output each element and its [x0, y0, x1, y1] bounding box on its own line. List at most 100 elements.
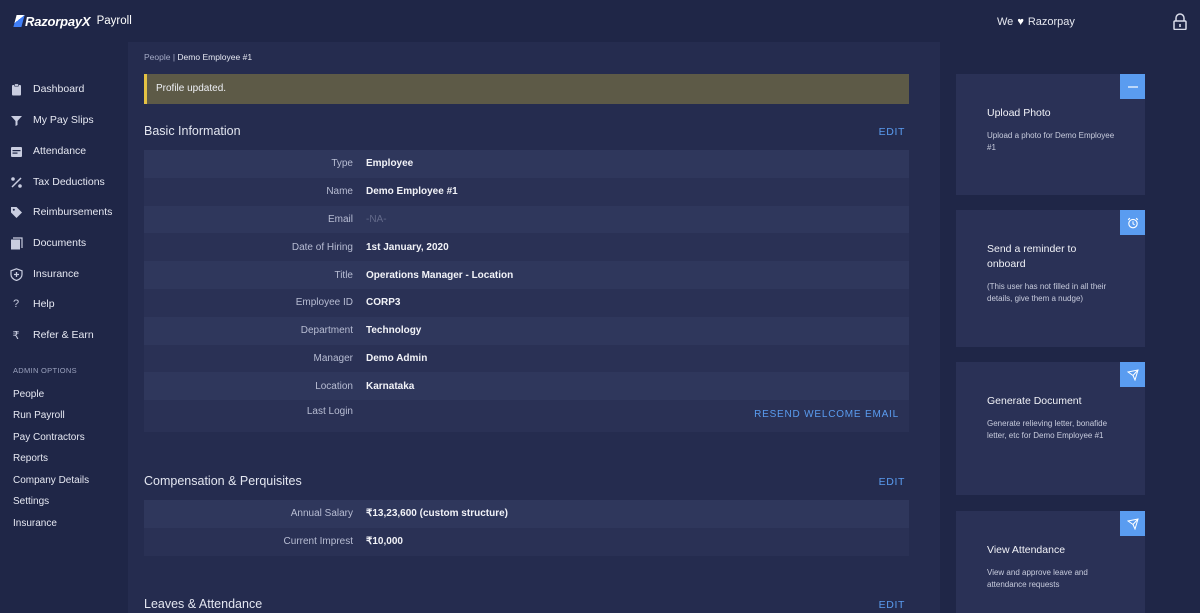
sidebar-item-label: Insurance — [33, 268, 80, 280]
lock-icon[interactable] — [1172, 13, 1188, 30]
sidebar-item-attendance[interactable]: Attendance — [9, 141, 86, 161]
sidebar-item-label: Help — [33, 298, 55, 310]
row-label: Current Imprest — [283, 536, 353, 548]
admin-item-run-payroll[interactable]: Run Payroll — [13, 410, 65, 421]
sidebar-item-label: My Pay Slips — [33, 114, 94, 126]
row-label: Location — [315, 380, 353, 392]
admin-item-settings[interactable]: Settings — [13, 496, 49, 507]
sidebar-item-documents[interactable]: Documents — [9, 233, 86, 253]
row-value: Employee — [366, 158, 414, 170]
row-label: Email — [327, 213, 353, 225]
heart-icon: ♥ — [1017, 16, 1024, 28]
row-value: ₹10,000 — [366, 536, 403, 548]
razorpayx-logo[interactable]: Razorpay X Payroll — [13, 13, 132, 29]
admin-item-insurance[interactable]: Insurance — [13, 518, 57, 529]
actions-panel: Upload Photo Upload a photo for Demo Emp… — [940, 42, 1200, 613]
row-label: Annual Salary — [290, 508, 353, 520]
sidebar-item-label: Refer & Earn — [33, 329, 94, 341]
table-row: Title Operations Manager - Location — [144, 261, 909, 289]
sidebar: Dashboard My Pay Slips Attendance Tax De… — [0, 42, 128, 613]
table-row: Employee ID CORP3 — [144, 288, 909, 317]
basic-information-edit-button[interactable]: EDIT — [879, 126, 905, 138]
breadcrumb: People | Demo Employee #1 — [144, 52, 252, 62]
card-description: View and approve leave and attendance re… — [987, 568, 1088, 589]
logo-brand-x: X — [81, 13, 91, 29]
shield-icon — [9, 267, 23, 281]
sidebar-item-tax-deductions[interactable]: Tax Deductions — [9, 172, 105, 192]
card-description: Upload a photo for Demo Employee #1 — [987, 131, 1115, 152]
compensation-title: Compensation & Perquisites — [144, 474, 302, 488]
sidebar-item-insurance[interactable]: Insurance — [9, 264, 79, 284]
sidebar-item-dashboard[interactable]: Dashboard — [9, 79, 84, 99]
leaves-attendance-edit-button[interactable]: EDIT — [879, 599, 905, 611]
rupee-icon: ₹ — [12, 329, 20, 342]
row-value: 1st January, 2020 — [366, 241, 449, 253]
question-icon: ? — [12, 298, 20, 310]
row-value: ₹13,23,600 (custom structure) — [366, 508, 508, 520]
row-value: Demo Admin — [366, 352, 428, 364]
tagline: We ♥ Razorpay — [997, 16, 1075, 28]
row-label: Type — [331, 158, 353, 170]
row-value: Technology — [366, 325, 422, 337]
profile-updated-alert: Profile updated. — [144, 74, 909, 104]
card-description: (This user has not filled in all their d… — [987, 282, 1107, 303]
clipboard-icon — [9, 82, 23, 96]
send-icon[interactable] — [1120, 511, 1145, 536]
breadcrumb-current: Demo Employee #1 — [177, 52, 253, 62]
upload-photo-card[interactable]: Upload Photo Upload a photo for Demo Emp… — [956, 74, 1145, 195]
send-icon[interactable] — [1120, 362, 1145, 387]
row-value: Demo Employee #1 — [366, 186, 458, 198]
card-title: Send a reminder to onboard — [987, 243, 1077, 270]
generate-document-card[interactable]: Generate Document Generate relieving let… — [956, 362, 1145, 495]
sidebar-item-help[interactable]: ? Help — [9, 294, 55, 314]
table-row: Name Demo Employee #1 — [144, 177, 909, 206]
view-attendance-card[interactable]: View Attendance View and approve leave a… — [956, 511, 1145, 613]
table-row: Annual Salary ₹13,23,600 (custom structur… — [144, 500, 909, 528]
tagline-post: Razorpay — [1027, 16, 1075, 28]
tagline-pre: We — [997, 16, 1014, 28]
top-bar: Razorpay X Payroll We ♥ Razorpay — [0, 0, 1200, 42]
alarm-clock-icon[interactable] — [1120, 210, 1145, 235]
resend-welcome-email-button[interactable]: RESEND WELCOME EMAIL — [754, 409, 899, 420]
minus-icon[interactable] — [1120, 74, 1145, 99]
row-value: CORP3 — [366, 297, 401, 309]
sidebar-item-my-pay-slips[interactable]: My Pay Slips — [9, 110, 94, 130]
breadcrumb-people[interactable]: People — [144, 52, 170, 62]
admin-item-pay-contractors[interactable]: Pay Contractors — [13, 432, 85, 443]
table-row: Location Karnataka — [144, 372, 909, 401]
sidebar-item-label: Reimbursements — [33, 206, 113, 218]
admin-item-company-details[interactable]: Company Details — [13, 475, 89, 486]
row-value: -NA- — [366, 213, 387, 225]
row-value: Karnataka — [366, 380, 415, 392]
row-label: Last Login — [306, 406, 353, 418]
table-row: Date of Hiring 1st January, 2020 — [144, 233, 909, 262]
card-description: Generate relieving letter, bonafide lett… — [987, 419, 1108, 440]
send-reminder-card[interactable]: Send a reminder to onboard (This user ha… — [956, 210, 1145, 347]
table-row: Department Technology — [144, 316, 909, 345]
table-row: Email -NA- — [144, 205, 909, 234]
row-label: Date of Hiring — [291, 241, 353, 253]
logo-brand: Razorpay — [25, 13, 82, 29]
sidebar-item-label: Attendance — [33, 145, 87, 157]
sidebar-item-label: Tax Deductions — [33, 176, 105, 188]
row-label: Department — [300, 325, 353, 337]
compensation-table: Annual Salary ₹13,23,600 (custom structur… — [144, 500, 909, 556]
basic-information-title: Basic Information — [144, 124, 241, 138]
sidebar-item-refer-earn[interactable]: ₹ Refer & Earn — [9, 325, 94, 345]
table-row: Current Imprest ₹10,000 — [144, 527, 909, 556]
card-title: Generate Document — [987, 395, 1082, 407]
row-value: Operations Manager - Location — [366, 269, 514, 281]
documents-icon — [9, 236, 23, 250]
table-row-last-login: Last Login RESEND WELCOME EMAIL — [144, 400, 909, 433]
admin-item-people[interactable]: People — [13, 389, 44, 400]
compensation-edit-button[interactable]: EDIT — [879, 476, 905, 488]
sidebar-item-label: Dashboard — [33, 83, 85, 95]
card-title: Upload Photo — [987, 107, 1051, 119]
admin-item-reports[interactable]: Reports — [13, 453, 48, 464]
admin-options-heading: ADMIN OPTIONS — [13, 366, 77, 375]
row-label: Manager — [313, 352, 353, 364]
tag-icon — [9, 205, 23, 219]
sidebar-item-reimbursements[interactable]: Reimbursements — [9, 202, 112, 222]
leaves-attendance-title: Leaves & Attendance — [144, 597, 263, 611]
basic-information-table: Type Employee Name Demo Employee #1 Email -… — [144, 150, 909, 433]
